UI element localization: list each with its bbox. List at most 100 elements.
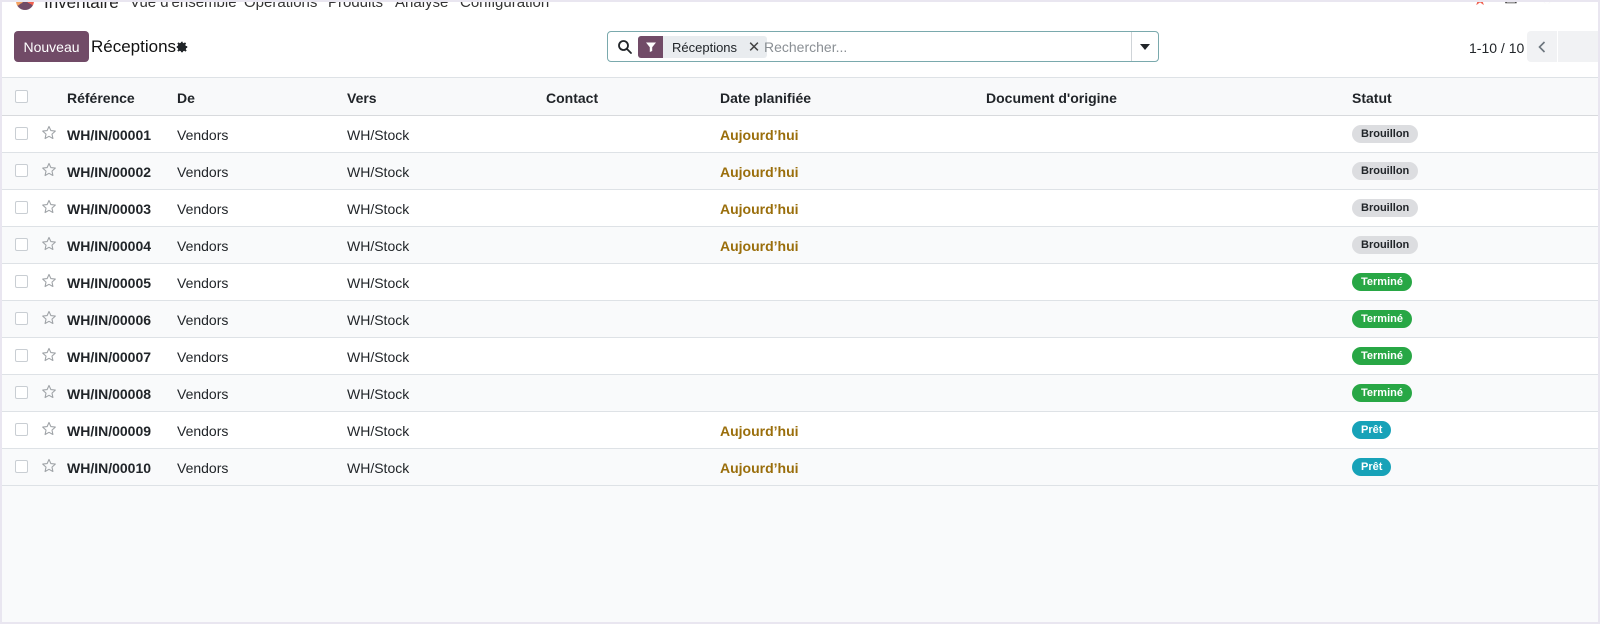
table-row[interactable]: WH/IN/00004 Vendors WH/Stock Aujourd’hui Bro… xyxy=(2,227,1598,264)
cell-from: Vendors xyxy=(177,460,229,476)
cell-to: WH/Stock xyxy=(347,386,410,402)
cell-reference: WH/IN/00006 xyxy=(67,312,152,328)
cell-to: WH/Stock xyxy=(347,164,410,180)
table-row[interactable]: WH/IN/00007 Vendors WH/Stock Terminé xyxy=(2,338,1598,375)
search-options-toggle[interactable] xyxy=(1131,32,1158,61)
app-logo-icon[interactable] xyxy=(16,2,34,10)
column-to[interactable]: Vers xyxy=(347,90,377,106)
column-contact[interactable]: Contact xyxy=(546,90,598,106)
star-icon[interactable] xyxy=(41,310,57,326)
cell-to: WH/Stock xyxy=(347,423,410,439)
table-row[interactable]: WH/IN/00005 Vendors WH/Stock Terminé xyxy=(2,264,1598,301)
row-checkbox[interactable] xyxy=(15,312,28,325)
table-row[interactable]: WH/IN/00002 Vendors WH/Stock Aujourd’hui Bro… xyxy=(2,153,1598,190)
new-button[interactable]: Nouveau xyxy=(14,31,89,62)
row-checkbox[interactable] xyxy=(15,275,28,288)
pager-next-button[interactable] xyxy=(1558,31,1598,62)
row-checkbox[interactable] xyxy=(15,127,28,140)
chevron-left-icon xyxy=(1538,40,1546,53)
star-icon[interactable] xyxy=(41,347,57,363)
row-checkbox[interactable] xyxy=(15,386,28,399)
search-facet-label: Réceptions xyxy=(672,39,738,55)
status-badge: Terminé xyxy=(1352,310,1412,328)
pager-value[interactable]: 1-10 / 10 xyxy=(1469,40,1524,56)
search-bar[interactable]: Réceptions ✕ xyxy=(607,31,1159,62)
row-checkbox[interactable] xyxy=(15,201,28,214)
cell-reference: WH/IN/00004 xyxy=(67,238,152,254)
pager-previous-button[interactable] xyxy=(1527,31,1557,62)
cell-scheduled-date: Aujourd’hui xyxy=(720,423,799,439)
status-badge: Terminé xyxy=(1352,384,1412,402)
cell-from: Vendors xyxy=(177,275,229,291)
top-navbar: Inventaire Vue d'ensemble Opérations Pro… xyxy=(2,2,1598,14)
search-icon[interactable] xyxy=(617,39,633,55)
star-icon[interactable] xyxy=(41,162,57,178)
messaging-icon[interactable]: ✉ xyxy=(1502,2,1520,10)
column-reference[interactable]: Référence xyxy=(67,90,135,106)
cell-scheduled-date: Aujourd’hui xyxy=(720,238,799,254)
status-badge: Prêt xyxy=(1352,421,1392,439)
cell-to: WH/Stock xyxy=(347,127,410,143)
nav-item-analysis[interactable]: Analyse xyxy=(395,2,448,11)
facet-remove-icon[interactable]: ✕ xyxy=(745,38,763,56)
cell-reference: WH/IN/00003 xyxy=(67,201,152,217)
clock-icon[interactable]: ◔ xyxy=(1538,2,1556,10)
table-row[interactable]: WH/IN/00001 Vendors WH/Stock Aujourd’hui Bro… xyxy=(2,116,1598,153)
table-row[interactable]: WH/IN/00003 Vendors WH/Stock Aujourd’hui Bro… xyxy=(2,190,1598,227)
cell-scheduled-date: Aujourd’hui xyxy=(720,201,799,217)
list-header: Référence De Vers Contact Date planifiée… xyxy=(2,78,1598,116)
cell-from: Vendors xyxy=(177,201,229,217)
column-scheduled-date[interactable]: Date planifiée xyxy=(720,90,811,106)
app-name[interactable]: Inventaire xyxy=(44,2,119,13)
caret-down-icon xyxy=(1140,43,1150,50)
cell-to: WH/Stock xyxy=(347,349,410,365)
cell-from: Vendors xyxy=(177,423,229,439)
status-badge: Brouillon xyxy=(1352,162,1419,180)
cell-from: Vendors xyxy=(177,164,229,180)
table-row[interactable]: WH/IN/00006 Vendors WH/Stock Terminé xyxy=(2,301,1598,338)
star-icon[interactable] xyxy=(41,384,57,400)
nav-item-operations[interactable]: Opérations xyxy=(244,2,317,11)
cell-from: Vendors xyxy=(177,238,229,254)
column-status[interactable]: Statut xyxy=(1352,90,1392,106)
cell-reference: WH/IN/00007 xyxy=(67,349,152,365)
cell-reference: WH/IN/00008 xyxy=(67,386,152,402)
cell-from: Vendors xyxy=(177,386,229,402)
nav-item-overview[interactable]: Vue d'ensemble xyxy=(130,2,237,11)
table-row[interactable]: WH/IN/00010 Vendors WH/Stock Aujourd’hui Prê… xyxy=(2,449,1598,486)
table-row[interactable]: WH/IN/00008 Vendors WH/Stock Terminé xyxy=(2,375,1598,412)
star-icon[interactable] xyxy=(41,199,57,215)
page-title: Réceptions xyxy=(91,37,177,56)
row-checkbox[interactable] xyxy=(15,238,28,251)
list-view: Référence De Vers Contact Date planifiée… xyxy=(2,77,1598,622)
cell-to: WH/Stock xyxy=(347,201,410,217)
cell-reference: WH/IN/00001 xyxy=(67,127,152,143)
star-icon[interactable] xyxy=(41,458,57,474)
star-icon[interactable] xyxy=(41,273,57,289)
activity-icon[interactable]: ★ xyxy=(1471,2,1489,10)
column-source-document[interactable]: Document d'origine xyxy=(986,90,1117,106)
status-badge: Brouillon xyxy=(1352,236,1419,254)
star-icon[interactable] xyxy=(41,125,57,141)
search-facet: Réceptions ✕ xyxy=(638,36,768,58)
filter-icon xyxy=(638,36,663,58)
row-checkbox[interactable] xyxy=(15,423,28,436)
row-checkbox[interactable] xyxy=(15,460,28,473)
row-checkbox[interactable] xyxy=(15,349,28,362)
column-from[interactable]: De xyxy=(177,90,195,106)
cell-from: Vendors xyxy=(177,349,229,365)
star-icon[interactable] xyxy=(41,236,57,252)
nav-item-configuration[interactable]: Configuration xyxy=(460,2,549,11)
status-badge: Terminé xyxy=(1352,347,1412,365)
cell-scheduled-date: Aujourd’hui xyxy=(720,164,799,180)
nav-item-products[interactable]: Produits xyxy=(328,2,383,11)
star-icon[interactable] xyxy=(41,421,57,437)
cell-to: WH/Stock xyxy=(347,275,410,291)
gear-icon[interactable] xyxy=(175,40,189,54)
search-input[interactable] xyxy=(764,36,1124,58)
cell-reference: WH/IN/00005 xyxy=(67,275,152,291)
row-checkbox[interactable] xyxy=(15,164,28,177)
table-row[interactable]: WH/IN/00009 Vendors WH/Stock Aujourd’hui Prê… xyxy=(2,412,1598,449)
select-all-checkbox[interactable] xyxy=(15,90,28,103)
cell-from: Vendors xyxy=(177,127,229,143)
